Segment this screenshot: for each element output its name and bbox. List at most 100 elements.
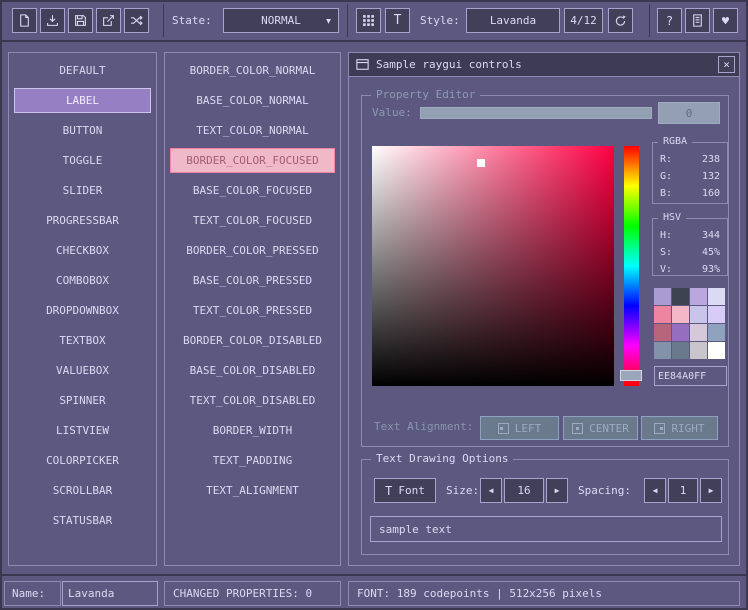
list-item-checkbox[interactable]: CHECKBOX bbox=[14, 238, 151, 263]
spacing-decrease-button[interactable]: ◀ bbox=[644, 478, 666, 503]
save-style-button[interactable] bbox=[68, 8, 93, 33]
list-item-button[interactable]: BUTTON bbox=[14, 118, 151, 143]
close-window-button[interactable]: × bbox=[718, 56, 735, 73]
load-style-button[interactable] bbox=[40, 8, 65, 33]
hue-bar bbox=[624, 146, 639, 386]
font-button[interactable]: T Font bbox=[374, 478, 436, 503]
help-button[interactable]: ? bbox=[657, 8, 682, 33]
value-slider[interactable] bbox=[420, 107, 652, 119]
shuffle-icon bbox=[130, 14, 143, 27]
sample-text-input[interactable] bbox=[370, 516, 722, 542]
color-swatch[interactable] bbox=[708, 288, 725, 305]
toolbar: State: NORMAL ▼ T Style: Lavanda 4/12 ? bbox=[0, 0, 748, 42]
new-style-button[interactable] bbox=[12, 8, 37, 33]
hue-handle[interactable] bbox=[620, 370, 642, 381]
list-item-toggle[interactable]: TOGGLE bbox=[14, 148, 151, 173]
sv-cursor[interactable] bbox=[477, 159, 485, 167]
list-item-border_color_normal[interactable]: BORDER_COLOR_NORMAL bbox=[170, 58, 335, 83]
list-item-base_color_normal[interactable]: BASE_COLOR_NORMAL bbox=[170, 88, 335, 113]
export-style-button[interactable] bbox=[96, 8, 121, 33]
save-file-icon bbox=[74, 14, 87, 27]
list-item-border_color_disabled[interactable]: BORDER_COLOR_DISABLED bbox=[170, 328, 335, 353]
about-button[interactable] bbox=[685, 8, 710, 33]
size-increase-button[interactable]: ▶ bbox=[546, 478, 568, 503]
list-item-progressbar[interactable]: PROGRESSBAR bbox=[14, 208, 151, 233]
spacing-value-box[interactable]: 1 bbox=[668, 478, 698, 503]
list-item-base_color_focused[interactable]: BASE_COLOR_FOCUSED bbox=[170, 178, 335, 203]
color-swatch[interactable] bbox=[690, 324, 707, 341]
list-item-dropdownbox[interactable]: DROPDOWNBOX bbox=[14, 298, 151, 323]
color-swatch[interactable] bbox=[708, 342, 725, 359]
color-swatch[interactable] bbox=[672, 306, 689, 323]
list-item-text_color_normal[interactable]: TEXT_COLOR_NORMAL bbox=[170, 118, 335, 143]
color-swatch[interactable] bbox=[708, 306, 725, 323]
list-item-statusbar[interactable]: STATUSBAR bbox=[14, 508, 151, 533]
list-item-slider[interactable]: SLIDER bbox=[14, 178, 151, 203]
color-component-row: B:160 bbox=[653, 185, 727, 202]
list-item-scrollbar[interactable]: SCROLLBAR bbox=[14, 478, 151, 503]
list-item-text_alignment[interactable]: TEXT_ALIGNMENT bbox=[170, 478, 335, 503]
color-swatch[interactable] bbox=[708, 324, 725, 341]
left-arrow-icon: ◀ bbox=[489, 486, 494, 495]
color-swatch[interactable] bbox=[690, 306, 707, 323]
sv-gradient[interactable] bbox=[372, 146, 614, 386]
hex-value-input[interactable] bbox=[654, 366, 727, 386]
random-style-button[interactable] bbox=[124, 8, 149, 33]
list-item-colorpicker[interactable]: COLORPICKER bbox=[14, 448, 151, 473]
grid-icon bbox=[362, 14, 375, 27]
list-item-combobox[interactable]: COMBOBOX bbox=[14, 268, 151, 293]
list-item-spinner[interactable]: SPINNER bbox=[14, 388, 151, 413]
list-item-default[interactable]: DEFAULT bbox=[14, 58, 151, 83]
list-item-textbox[interactable]: TEXTBOX bbox=[14, 328, 151, 353]
color-swatch[interactable] bbox=[690, 342, 707, 359]
list-item-text_color_focused[interactable]: TEXT_COLOR_FOCUSED bbox=[170, 208, 335, 233]
color-component-row: H:344 bbox=[653, 227, 727, 244]
heart-icon: ♥ bbox=[722, 14, 729, 28]
list-item-border_color_pressed[interactable]: BORDER_COLOR_PRESSED bbox=[170, 238, 335, 263]
list-item-border_width[interactable]: BORDER_WIDTH bbox=[170, 418, 335, 443]
size-decrease-button[interactable]: ◀ bbox=[480, 478, 502, 503]
align-right-button[interactable]: RIGHT bbox=[641, 416, 718, 440]
style-selector[interactable]: Lavanda bbox=[466, 8, 560, 33]
property-editor-group: Property Editor Value: 0 RGBA R:238G:132… bbox=[361, 95, 729, 447]
rguistyler-app: State: NORMAL ▼ T Style: Lavanda 4/12 ? bbox=[0, 0, 748, 610]
color-swatch[interactable] bbox=[654, 306, 671, 323]
reload-style-button[interactable] bbox=[608, 8, 633, 33]
list-item-base_color_disabled[interactable]: BASE_COLOR_DISABLED bbox=[170, 358, 335, 383]
state-dropdown[interactable]: NORMAL ▼ bbox=[223, 8, 339, 33]
close-icon: × bbox=[723, 58, 730, 71]
color-swatch[interactable] bbox=[654, 342, 671, 359]
list-item-valuebox[interactable]: VALUEBOX bbox=[14, 358, 151, 383]
spacing-increase-button[interactable]: ▶ bbox=[700, 478, 722, 503]
name-label-text: Name: bbox=[12, 587, 45, 600]
style-selector-value: Lavanda bbox=[490, 14, 536, 27]
color-swatch[interactable] bbox=[654, 288, 671, 305]
align-button-label: RIGHT bbox=[671, 422, 704, 435]
color-swatch[interactable] bbox=[672, 288, 689, 305]
list-item-text_color_disabled[interactable]: TEXT_COLOR_DISABLED bbox=[170, 388, 335, 413]
size-value-text: 16 bbox=[517, 484, 530, 497]
color-swatch[interactable] bbox=[672, 342, 689, 359]
list-item-text_padding[interactable]: TEXT_PADDING bbox=[170, 448, 335, 473]
sample-window-title: Sample raygui controls bbox=[376, 58, 522, 71]
list-item-base_color_pressed[interactable]: BASE_COLOR_PRESSED bbox=[170, 268, 335, 293]
text-editor-button[interactable]: T bbox=[385, 8, 410, 33]
sample-window-titlebar[interactable]: Sample raygui controls × bbox=[349, 53, 739, 77]
align-left-button[interactable]: LEFT bbox=[480, 416, 559, 440]
controls-list: DEFAULT LABEL BUTTON TOGGLE SLIDER PROGRESSBA… bbox=[8, 52, 157, 566]
color-swatch[interactable] bbox=[654, 324, 671, 341]
list-item-text_color_pressed[interactable]: TEXT_COLOR_PRESSED bbox=[170, 298, 335, 323]
align-center-button[interactable]: CENTER bbox=[563, 416, 638, 440]
grid-toggle-button[interactable] bbox=[356, 8, 381, 33]
style-name-input[interactable] bbox=[62, 581, 158, 606]
color-swatch[interactable] bbox=[672, 324, 689, 341]
list-item-label[interactable]: LABEL bbox=[14, 88, 151, 113]
size-value-box[interactable]: 16 bbox=[504, 478, 544, 503]
list-item-border_color_focused[interactable]: BORDER_COLOR_FOCUSED bbox=[170, 148, 335, 173]
hue-slider[interactable] bbox=[620, 146, 642, 386]
sponsor-button[interactable]: ♥ bbox=[713, 8, 738, 33]
color-swatch[interactable] bbox=[690, 288, 707, 305]
hsv-group: HSV H:344S:45%V:93% bbox=[652, 218, 728, 276]
style-label: Style: bbox=[420, 0, 460, 41]
list-item-listview[interactable]: LISTVIEW bbox=[14, 418, 151, 443]
